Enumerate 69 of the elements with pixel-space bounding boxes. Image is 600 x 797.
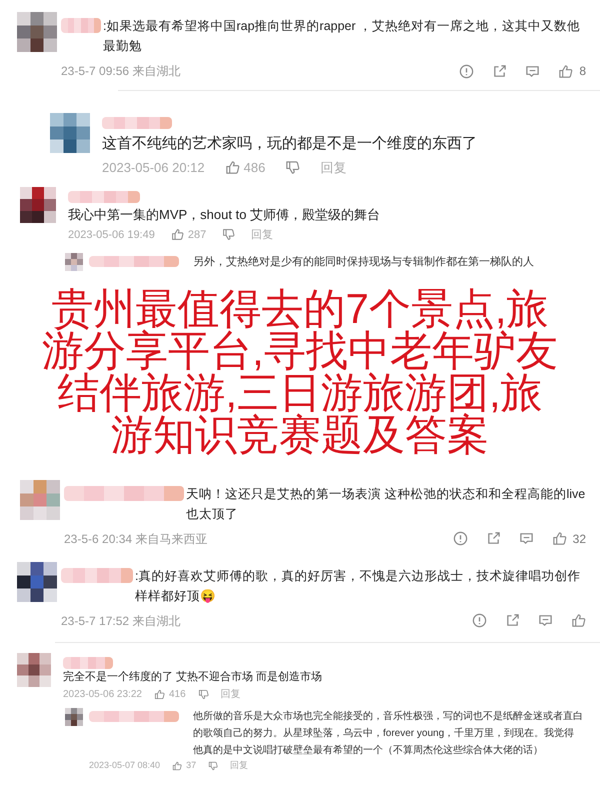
avatar[interactable] bbox=[65, 708, 83, 726]
thumbs-up-icon bbox=[552, 531, 567, 546]
report-icon bbox=[472, 613, 487, 628]
comment-button[interactable] bbox=[525, 64, 540, 78]
thumbs-up-icon bbox=[558, 64, 574, 78]
like-button[interactable] bbox=[571, 613, 586, 628]
reply-button[interactable]: 回复 bbox=[251, 226, 274, 243]
comment-text: 这首不纯纯的艺术家吗，玩的都是不是一个维度的东西了 bbox=[102, 134, 478, 154]
share-icon bbox=[505, 613, 520, 628]
avatar[interactable] bbox=[50, 113, 90, 153]
report-button[interactable] bbox=[459, 64, 474, 78]
share-icon bbox=[486, 531, 501, 546]
like-button[interactable]: 416 bbox=[154, 687, 186, 702]
share-icon bbox=[492, 64, 508, 78]
comment-text: 完全不是一个纬度的了 艾热不迎合市场 而是创造市场 bbox=[63, 670, 324, 685]
avatar[interactable] bbox=[17, 12, 57, 52]
dislike-button[interactable] bbox=[208, 760, 218, 771]
dislike-button[interactable] bbox=[222, 228, 236, 242]
comment-meta: 23-5-6 20:34 来自马来西亚 bbox=[64, 530, 208, 548]
like-button[interactable]: 486 bbox=[224, 158, 266, 177]
report-button[interactable] bbox=[472, 613, 487, 628]
comment-date: 2023-05-07 08:40 bbox=[89, 759, 160, 772]
report-icon bbox=[459, 64, 474, 78]
thumbs-up-icon bbox=[571, 613, 586, 628]
thumbs-down-icon bbox=[198, 689, 209, 700]
comment-icon bbox=[518, 531, 534, 546]
like-button[interactable]: 37 bbox=[172, 759, 196, 773]
thumbs-down-icon bbox=[285, 160, 300, 175]
thumbs-down-icon bbox=[208, 760, 218, 771]
avatar[interactable] bbox=[20, 187, 56, 223]
reply-text: 另外，艾热绝对是少有的能同时保持现场与专辑制作都在第一梯队的人 bbox=[193, 255, 535, 270]
comment-button[interactable] bbox=[538, 613, 553, 628]
thumbs-up-icon bbox=[224, 160, 240, 175]
comment-text: 天呐！这还只是艾热的第一场表演 这种松弛的状态和和全程高能的live也太顶了 bbox=[186, 486, 586, 523]
like-button[interactable]: 32 bbox=[552, 530, 586, 548]
comment-meta: 23-5-7 09:56 来自湖北 bbox=[61, 63, 180, 80]
avatar[interactable] bbox=[17, 562, 57, 602]
comment-text: 我心中第一集的MVP，shout to 艾师傅，殿堂级的舞台 bbox=[68, 206, 382, 224]
banner-text: 贵州最值得去的7个景点,旅 bbox=[51, 288, 549, 330]
share-button[interactable] bbox=[492, 64, 508, 78]
comment-date: 2023-05-06 20:12 bbox=[102, 158, 205, 176]
banner-text: 结伴旅游,三日游旅游团,旅 bbox=[57, 372, 543, 414]
reply-text: 他所做的音乐是大众市场也完全能接受的，音乐性极强，写的词也不是纸醉金迷或者直白的歌颂自己的努力。从星球坠落，乌云中，forever young，千里万里，到现在。我觉得他真的是中文说唱打破壁垒最有希望的一个（不算周杰伦这些综合体大佬的话） bbox=[193, 710, 584, 758]
like-button[interactable]: 287 bbox=[170, 226, 206, 243]
banner-text: 游分享平台,寻找中老年驴友 bbox=[42, 330, 558, 372]
reply-button[interactable]: 回复 bbox=[230, 759, 248, 773]
share-button[interactable] bbox=[505, 613, 520, 628]
thumbs-up-icon bbox=[172, 760, 182, 771]
comment-icon bbox=[538, 613, 553, 628]
like-button[interactable]: 8 bbox=[558, 62, 586, 80]
comment-date: 2023-05-06 23:22 bbox=[63, 688, 142, 702]
comment-text: :如果选最有希望将中国rap推向世界的rapper ，艾热绝对有一席之地，这其中又数他最勤勉 bbox=[103, 18, 582, 55]
thumbs-up-icon bbox=[170, 228, 184, 242]
dislike-button[interactable] bbox=[198, 689, 209, 700]
comment-icon bbox=[525, 64, 540, 78]
comment-date: 2023-05-06 19:49 bbox=[68, 228, 155, 242]
banner-text: 游知识竞赛题及答案 bbox=[111, 414, 489, 456]
report-icon bbox=[452, 531, 468, 546]
avatar[interactable] bbox=[17, 652, 51, 687]
comment-text: :真的好喜欢艾师傅的歌，真的好厉害，不愧是六边形战士，技术旋律唱功创作样样都好顶😝 bbox=[135, 568, 582, 605]
reply-button[interactable]: 回复 bbox=[320, 158, 346, 177]
thumbs-up-icon bbox=[154, 689, 165, 700]
reply-button[interactable]: 回复 bbox=[220, 687, 241, 702]
comment-button[interactable] bbox=[518, 531, 534, 546]
dislike-button[interactable] bbox=[285, 160, 300, 175]
share-button[interactable] bbox=[486, 531, 501, 546]
thumbs-down-icon bbox=[222, 228, 236, 242]
comment-meta: 23-5-7 17:52 来自湖北 bbox=[61, 612, 180, 630]
report-button[interactable] bbox=[452, 531, 468, 546]
